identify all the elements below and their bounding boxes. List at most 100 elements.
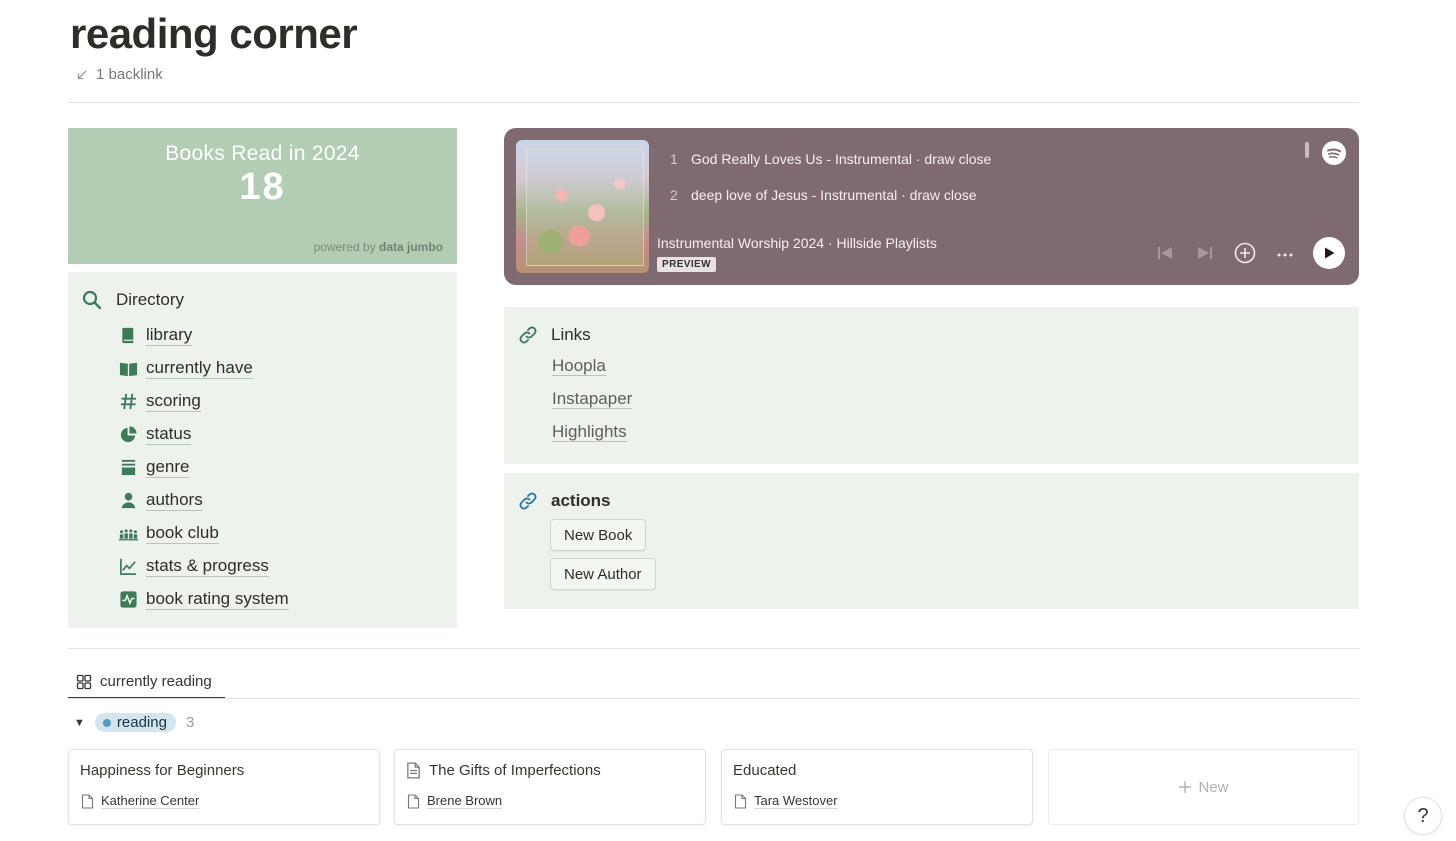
author-name: Brene Brown bbox=[427, 793, 503, 809]
actions-heading: actions bbox=[518, 491, 611, 511]
activity-icon bbox=[118, 590, 138, 610]
card-title-text: The Gifts of Imperfections bbox=[429, 762, 601, 779]
link-label: Instapaper bbox=[552, 389, 633, 409]
track-number: 1 bbox=[670, 151, 678, 167]
powered-by-label: powered by bbox=[313, 240, 376, 254]
gallery-card[interactable]: The Gifts of Imperfections Brene Brown bbox=[394, 749, 706, 825]
links-heading: Links bbox=[518, 325, 591, 345]
counter-value: 18 bbox=[239, 166, 286, 208]
pie-chart-icon bbox=[118, 425, 138, 445]
directory-item-currently-have[interactable]: currently have bbox=[118, 352, 289, 385]
track-row[interactable]: 1 God Really Loves Us - Instrumental · d… bbox=[670, 151, 991, 167]
group-label: reading bbox=[116, 714, 167, 731]
card-author[interactable]: Tara Westover bbox=[734, 793, 838, 809]
links-title: Links bbox=[551, 325, 591, 344]
card-title: Educated bbox=[733, 762, 796, 779]
gallery-icon bbox=[76, 674, 92, 689]
plus-icon bbox=[1179, 781, 1192, 793]
directory-item-scoring[interactable]: scoring bbox=[118, 385, 289, 418]
directory-heading: Directory bbox=[82, 290, 184, 310]
directory-item-label: library bbox=[146, 325, 193, 346]
directory-item-authors[interactable]: authors bbox=[118, 484, 289, 517]
book-icon bbox=[118, 326, 138, 346]
player-controls bbox=[1153, 237, 1345, 269]
scrollbar[interactable] bbox=[1305, 142, 1309, 158]
group-header: ▼ reading 3 bbox=[74, 713, 194, 732]
track-row[interactable]: 2 deep love of Jesus - Instrumental · dr… bbox=[670, 187, 977, 203]
directory-item-label: status bbox=[146, 424, 192, 445]
link-icon bbox=[519, 326, 537, 344]
directory-item-book-rating-system[interactable]: book rating system bbox=[118, 583, 289, 616]
link-label: Hoopla bbox=[552, 356, 606, 376]
status-badge: reading bbox=[94, 713, 176, 732]
gallery-card[interactable]: Educated Tara Westover bbox=[721, 749, 1033, 825]
directory-item-label: scoring bbox=[146, 391, 201, 412]
author-name: Tara Westover bbox=[754, 793, 838, 809]
directory-item-genre[interactable]: genre bbox=[118, 451, 289, 484]
divider bbox=[68, 698, 1359, 699]
card-title: Happiness for Beginners bbox=[80, 762, 244, 779]
divider bbox=[68, 648, 1359, 649]
more-options-icon[interactable] bbox=[1273, 241, 1297, 265]
backlinks-link[interactable]: 1 backlink bbox=[76, 66, 163, 83]
card-author[interactable]: Katherine Center bbox=[81, 793, 200, 809]
link-instapaper[interactable]: Instapaper bbox=[552, 388, 633, 421]
playlist-title[interactable]: Instrumental Worship 2024 · Hillside Pla… bbox=[657, 235, 937, 251]
page-icon bbox=[407, 762, 420, 779]
directory-item-label: authors bbox=[146, 490, 203, 511]
directory-item-library[interactable]: library bbox=[118, 319, 289, 352]
page-title: reading corner bbox=[70, 10, 358, 57]
link-hoopla[interactable]: Hoopla bbox=[552, 355, 632, 388]
links-callout: Links Hoopla Instapaper Highlights bbox=[504, 307, 1359, 464]
directory-item-label: genre bbox=[146, 457, 190, 478]
track-title: God Really Loves Us - Instrumental · dra… bbox=[691, 151, 992, 167]
directory-callout: Directory library currently have scoring… bbox=[68, 272, 457, 628]
line-chart-icon bbox=[118, 557, 138, 577]
powered-by[interactable]: powered by data jumbo bbox=[314, 240, 443, 254]
card-title: The Gifts of Imperfections bbox=[406, 762, 601, 779]
gallery-card[interactable]: Happiness for Beginners Katherine Center bbox=[68, 749, 380, 825]
link-label: Highlights bbox=[552, 422, 627, 442]
page-icon bbox=[81, 793, 94, 809]
new-author-button[interactable]: New Author bbox=[550, 558, 656, 590]
open-book-icon bbox=[118, 359, 138, 379]
brand-logo: data jumbo bbox=[378, 240, 443, 254]
new-book-button[interactable]: New Book bbox=[550, 519, 647, 551]
card-title-text: Happiness for Beginners bbox=[80, 762, 245, 779]
directory-item-label: stats & progress bbox=[146, 556, 269, 577]
directory-item-label: book club bbox=[146, 523, 219, 544]
link-icon bbox=[519, 492, 537, 510]
add-to-library-icon[interactable] bbox=[1233, 241, 1257, 265]
author-name: Katherine Center bbox=[101, 793, 200, 809]
directory-item-book-club[interactable]: book club bbox=[118, 517, 289, 550]
play-button[interactable] bbox=[1313, 237, 1345, 269]
playlist-cover-image[interactable] bbox=[516, 140, 649, 273]
spotify-embed[interactable]: 1 God Really Loves Us - Instrumental · d… bbox=[504, 128, 1359, 285]
directory-list: library currently have scoring status ge… bbox=[118, 319, 289, 616]
links-list: Hoopla Instapaper Highlights bbox=[552, 355, 633, 454]
track-number: 2 bbox=[670, 187, 678, 203]
search-icon bbox=[82, 290, 102, 310]
card-author[interactable]: Brene Brown bbox=[407, 793, 503, 809]
directory-title: Directory bbox=[116, 290, 185, 309]
spotify-logo-icon[interactable] bbox=[1322, 141, 1346, 165]
new-card-button[interactable]: New bbox=[1048, 749, 1359, 825]
directory-item-stats-progress[interactable]: stats & progress bbox=[118, 550, 289, 583]
actions-callout: actions New Book New Author bbox=[504, 473, 1359, 609]
help-button[interactable]: ? bbox=[1404, 797, 1442, 835]
tab-currently-reading[interactable]: currently reading bbox=[68, 666, 225, 699]
counter-title: Books Read in 2024 bbox=[165, 142, 360, 165]
books-read-widget: Books Read in 2024 18 powered by data ju… bbox=[68, 128, 457, 264]
directory-item-status[interactable]: status bbox=[118, 418, 289, 451]
backlinks-label: 1 backlink bbox=[96, 66, 163, 83]
status-dot-icon bbox=[102, 718, 111, 727]
card-title-text: Educated bbox=[733, 762, 797, 779]
collapse-triangle-icon[interactable]: ▼ bbox=[74, 717, 85, 729]
next-track-icon[interactable] bbox=[1193, 241, 1217, 265]
link-highlights[interactable]: Highlights bbox=[552, 421, 632, 454]
actions-title: actions bbox=[551, 491, 611, 510]
directory-item-label: book rating system bbox=[146, 589, 289, 610]
page-icon bbox=[734, 793, 747, 809]
person-icon bbox=[118, 491, 138, 511]
previous-track-icon[interactable] bbox=[1153, 241, 1177, 265]
